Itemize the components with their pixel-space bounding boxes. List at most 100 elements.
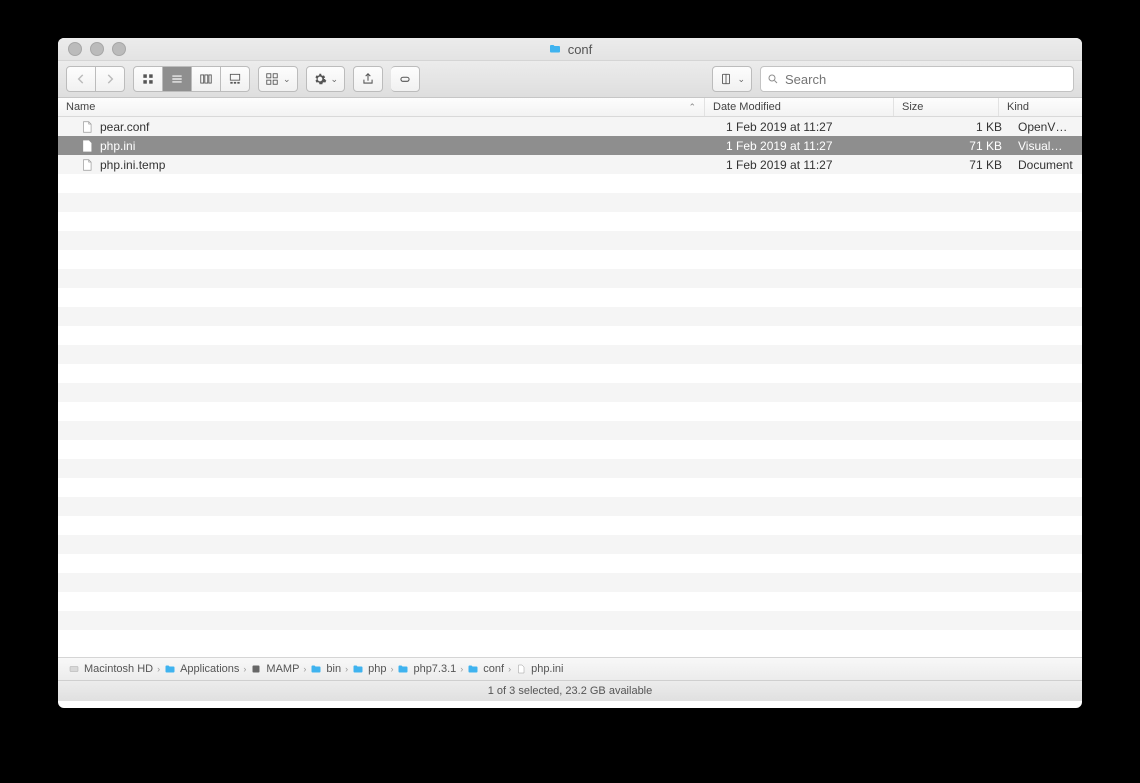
empty-row: [58, 459, 1082, 478]
header-kind[interactable]: Kind: [999, 98, 1082, 116]
zoom-button[interactable]: [112, 42, 126, 56]
empty-row: [58, 611, 1082, 630]
file-kind: Visual…ocument: [1010, 139, 1082, 153]
search-input[interactable]: [783, 71, 1067, 88]
file-name: php.ini: [100, 139, 135, 153]
finder-window: conf ⌄ ⌄ ⌄: [58, 38, 1082, 708]
path-item[interactable]: MAMP: [250, 663, 299, 675]
file-row[interactable]: php.ini.temp 1 Feb 2019 at 11:27 71 KB D…: [58, 155, 1082, 174]
empty-row: [58, 231, 1082, 250]
header-size[interactable]: Size: [894, 98, 999, 116]
minimize-button[interactable]: [90, 42, 104, 56]
empty-row: [58, 269, 1082, 288]
path-separator: ›: [303, 664, 306, 674]
file-kind: OpenV…uration: [1010, 120, 1082, 134]
sort-asc-icon: ⌃: [688, 102, 696, 113]
file-kind: Document: [1010, 158, 1082, 172]
empty-row: [58, 326, 1082, 345]
empty-row: [58, 402, 1082, 421]
file-date: 1 Feb 2019 at 11:27: [718, 120, 906, 134]
file-name: php.ini.temp: [100, 158, 165, 172]
window-title: conf: [568, 42, 593, 57]
view-gallery-button[interactable]: [221, 66, 250, 92]
folder-icon: [164, 663, 176, 675]
path-item[interactable]: bin: [310, 663, 341, 675]
empty-row: [58, 364, 1082, 383]
chevron-down-icon: ⌄: [283, 74, 291, 85]
header-name[interactable]: Name⌃: [58, 98, 705, 116]
header-date[interactable]: Date Modified: [705, 98, 894, 116]
folder-icon: [467, 663, 479, 675]
file-row[interactable]: php.ini 1 Feb 2019 at 11:27 71 KB Visual…: [58, 136, 1082, 155]
file-size: 71 KB: [906, 158, 1010, 172]
path-item[interactable]: php.ini: [515, 663, 563, 675]
empty-row: [58, 383, 1082, 402]
file-icon: [515, 663, 527, 675]
folder-icon: [310, 663, 322, 675]
path-item[interactable]: conf: [467, 663, 504, 675]
empty-row: [58, 440, 1082, 459]
empty-row: [58, 193, 1082, 212]
titlebar[interactable]: conf: [58, 38, 1082, 61]
file-name: pear.conf: [100, 120, 149, 134]
path-item[interactable]: Applications: [164, 663, 239, 675]
view-icons-button[interactable]: [133, 66, 163, 92]
view-list-button[interactable]: [163, 66, 192, 92]
empty-row: [58, 554, 1082, 573]
gear-icon: [313, 72, 327, 86]
path-item[interactable]: php: [352, 663, 386, 675]
file-listing[interactable]: pear.conf 1 Feb 2019 at 11:27 1 KB OpenV…: [58, 117, 1082, 657]
file-size: 1 KB: [906, 120, 1010, 134]
file-icon: [80, 158, 94, 172]
empty-row: [58, 288, 1082, 307]
app-icon: [250, 663, 262, 675]
empty-row: [58, 516, 1082, 535]
path-item[interactable]: php7.3.1: [397, 663, 456, 675]
chevron-down-icon: ⌄: [737, 74, 745, 85]
empty-row: [58, 497, 1082, 516]
empty-row: [58, 573, 1082, 592]
toolbar: ⌄ ⌄ ⌄: [58, 61, 1082, 98]
drive-icon: [68, 663, 80, 675]
empty-row: [58, 174, 1082, 193]
folder-icon: [397, 663, 409, 675]
status-bar: 1 of 3 selected, 23.2 GB available: [58, 680, 1082, 701]
file-size: 71 KB: [906, 139, 1010, 153]
path-bar[interactable]: Macintosh HD › Applications › MAMP › bin › php › p…: [58, 657, 1082, 680]
close-button[interactable]: [68, 42, 82, 56]
empty-row: [58, 212, 1082, 231]
empty-row: [58, 535, 1082, 554]
share-button[interactable]: [353, 66, 383, 92]
view-columns-button[interactable]: [192, 66, 221, 92]
file-icon: [80, 120, 94, 134]
path-separator: ›: [345, 664, 348, 674]
folder-icon: [548, 43, 562, 55]
tags-button[interactable]: [391, 66, 420, 92]
folder-icon: [352, 663, 364, 675]
path-separator: ›: [460, 664, 463, 674]
forward-button[interactable]: [96, 66, 125, 92]
toolbar-dropdown[interactable]: ⌄: [712, 66, 752, 92]
arrange-button[interactable]: ⌄: [258, 66, 298, 92]
path-separator: ›: [508, 664, 511, 674]
file-date: 1 Feb 2019 at 11:27: [718, 139, 906, 153]
empty-row: [58, 345, 1082, 364]
file-date: 1 Feb 2019 at 11:27: [718, 158, 906, 172]
search-icon: [767, 73, 779, 85]
path-separator: ›: [243, 664, 246, 674]
column-headers: Name⌃ Date Modified Size Kind: [58, 98, 1082, 117]
empty-row: [58, 630, 1082, 649]
empty-row: [58, 478, 1082, 497]
file-row[interactable]: pear.conf 1 Feb 2019 at 11:27 1 KB OpenV…: [58, 117, 1082, 136]
path-separator: ›: [390, 664, 393, 674]
empty-row: [58, 592, 1082, 611]
empty-row: [58, 307, 1082, 326]
back-button[interactable]: [66, 66, 96, 92]
path-item[interactable]: Macintosh HD: [68, 663, 153, 675]
search-field[interactable]: [760, 66, 1074, 92]
empty-row: [58, 250, 1082, 269]
path-separator: ›: [157, 664, 160, 674]
actions-button[interactable]: ⌄: [306, 66, 346, 92]
chevron-down-icon: ⌄: [331, 74, 339, 85]
empty-row: [58, 421, 1082, 440]
